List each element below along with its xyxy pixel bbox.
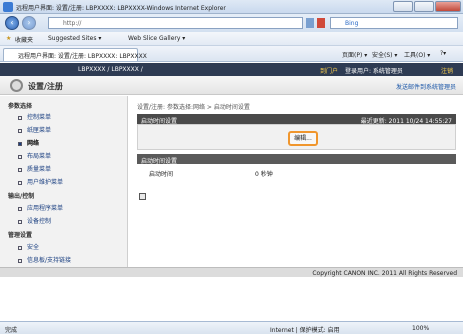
sidebar-item-security[interactable]: 安全 bbox=[18, 242, 39, 251]
device-name: LBPXXXX / LBPXXXX / bbox=[78, 66, 143, 73]
tools-menu[interactable]: 工具(O) ▾ bbox=[404, 50, 430, 59]
close-button[interactable] bbox=[435, 1, 461, 12]
settings-gear-icon bbox=[10, 79, 23, 92]
help-menu[interactable]: ?▾ bbox=[440, 50, 446, 57]
search-input[interactable]: Bing bbox=[330, 17, 458, 29]
window-title: 远程用户界面: 设置/注册: LBPXXXX: LBPXXXX-Windows … bbox=[16, 5, 226, 12]
mail-admin-link[interactable]: 发送邮件到系统管理员 bbox=[396, 82, 456, 91]
sidebar-item-control-menu[interactable]: 控制菜单 bbox=[18, 112, 51, 121]
web-slice-gallery-link[interactable]: Web Slice Gallery ▾ bbox=[128, 35, 185, 42]
logout-link[interactable]: 注销 bbox=[441, 66, 453, 75]
section-title: 启动时间设置 bbox=[141, 158, 178, 165]
page-top-icon[interactable] bbox=[139, 193, 146, 200]
window-titlebar: 远程用户界面: 设置/注册: LBPXXXX: LBPXXXX-Windows … bbox=[0, 0, 463, 14]
status-bar: 完成 Internet | 保护模式: 启用 100% bbox=[0, 321, 463, 334]
back-button[interactable]: ‹ bbox=[5, 16, 19, 30]
url-text: http:// bbox=[63, 20, 82, 27]
stop-icon[interactable] bbox=[317, 18, 325, 28]
copyright: Copyright CANON INC. 2011 All Rights Res… bbox=[312, 270, 457, 277]
sidebar-item-paper-tray[interactable]: 纸匣菜单 bbox=[18, 125, 51, 134]
address-toolbar: ‹ › http:// Bing bbox=[0, 14, 463, 32]
security-zone: Internet | 保护模式: 启用 bbox=[270, 327, 340, 334]
page-footer: Copyright CANON INC. 2011 All Rights Res… bbox=[0, 267, 463, 277]
favorites-bar: ★ 收藏夹 Suggested Sites ▾ Web Slice Galler… bbox=[0, 32, 463, 46]
maximize-button[interactable] bbox=[414, 1, 434, 12]
zoom-level[interactable]: 100% bbox=[412, 325, 429, 332]
sidebar-item-support-links[interactable]: 信息板/支持链接 bbox=[18, 255, 71, 264]
sidebar-section-management: 管理设置 bbox=[8, 232, 33, 239]
favorites-label[interactable]: 收藏夹 bbox=[15, 35, 33, 44]
sidebar-item-device-control[interactable]: 设备控制 bbox=[18, 216, 51, 225]
device-header: LBPXXXX / LBPXXXX / 到门户 登录用户: 系统管理员 注销 bbox=[0, 63, 463, 76]
page-blank-area bbox=[0, 278, 463, 321]
minimize-button[interactable] bbox=[393, 1, 413, 12]
section-title-bar: 启动时间设置 bbox=[137, 154, 456, 165]
sidebar-item-network[interactable]: 网络 bbox=[18, 138, 39, 147]
main-content: 设置/注册: 参数选择:网络 > 启动时间设置 启动时间设置 最近更新: 201… bbox=[129, 96, 463, 267]
forward-button[interactable]: › bbox=[22, 16, 36, 30]
status-text: 完成 bbox=[5, 327, 18, 334]
page-header: 设置/注册 发送邮件到系统管理员 bbox=[0, 76, 463, 95]
sidebar-item-quality[interactable]: 质量菜单 bbox=[18, 164, 51, 173]
refresh-icon[interactable] bbox=[306, 18, 314, 28]
sidebar-item-application-menu[interactable]: 应用程序菜单 bbox=[18, 203, 63, 212]
login-user: 登录用户: 系统管理员 bbox=[345, 68, 403, 75]
ie-app-icon bbox=[3, 2, 13, 12]
browser-tab-active[interactable]: 远程用户界面: 设置/注册: LBPXXXX: LBPXXXX bbox=[3, 48, 147, 61]
startup-time-label: 启动时间 bbox=[149, 171, 174, 178]
sidebar-item-user-maintenance[interactable]: 用户维护菜单 bbox=[18, 177, 63, 186]
startup-time-value: 0 秒钟 bbox=[255, 171, 273, 178]
tab-bar: 远程用户界面: 设置/注册: LBPXXXX: LBPXXXX 页面(P) ▾ … bbox=[0, 46, 463, 62]
sidebar-section-output-control: 输出/控制 bbox=[8, 193, 35, 200]
panel-title-bar: 启动时间设置 最近更新: 2011 10/24 14:55:27 bbox=[137, 114, 456, 125]
page-title: 设置/注册 bbox=[28, 82, 63, 91]
sidebar-item-layout[interactable]: 布局菜单 bbox=[18, 151, 51, 160]
safety-menu[interactable]: 安全(S) ▾ bbox=[372, 50, 397, 59]
browser-tab-label: 远程用户界面: 设置/注册: LBPXXXX: LBPXXXX bbox=[18, 53, 147, 60]
suggested-sites-link[interactable]: Suggested Sites ▾ bbox=[48, 35, 101, 42]
url-field[interactable]: http:// bbox=[48, 17, 303, 29]
edit-button[interactable]: 编辑... bbox=[288, 131, 318, 146]
breadcrumb: 设置/注册: 参数选择:网络 > 启动时间设置 bbox=[137, 104, 250, 111]
search-placeholder: Bing bbox=[345, 20, 359, 27]
favorites-star-icon[interactable]: ★ bbox=[6, 35, 11, 42]
page-menu[interactable]: 页面(P) ▾ bbox=[342, 50, 367, 59]
sidebar-section-preferences: 参数选择 bbox=[8, 103, 33, 110]
sidebar: 参数选择 控制菜单 纸匣菜单 网络 布局菜单 质量菜单 用户维护菜单 输出/控制… bbox=[0, 96, 128, 267]
portal-link[interactable]: 到门户 bbox=[320, 66, 338, 75]
